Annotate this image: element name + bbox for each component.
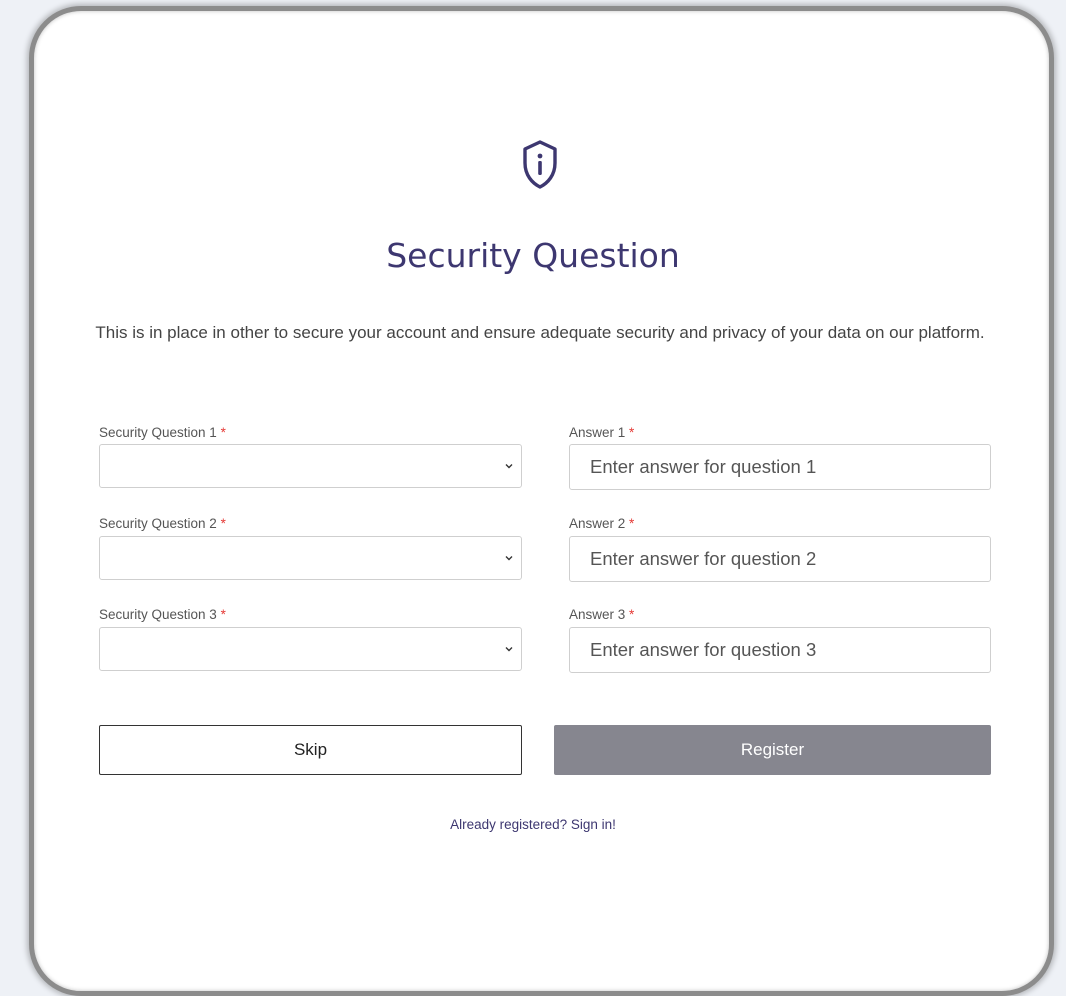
answer-2-label: Answer 2 * (569, 516, 635, 531)
security-question-3-select[interactable] (99, 627, 522, 671)
security-question-1-select[interactable] (99, 444, 522, 488)
chevron-down-icon (505, 464, 513, 469)
security-question-3-label: Security Question 3 * (99, 607, 226, 622)
security-question-2-select[interactable] (99, 536, 522, 580)
chevron-down-icon (505, 556, 513, 561)
required-marker: * (220, 516, 226, 531)
shield-info-icon (523, 140, 557, 189)
chevron-down-icon (505, 647, 513, 652)
page-description: This is in place in other to secure your… (95, 323, 985, 342)
answer-1-input[interactable] (569, 444, 991, 490)
sign-in-link[interactable]: Already registered? Sign in! (0, 817, 1066, 832)
required-marker: * (220, 607, 226, 622)
answer-2-input[interactable] (569, 536, 991, 582)
required-marker: * (629, 425, 635, 440)
answer-1-label: Answer 1 * (569, 425, 635, 440)
skip-button[interactable]: Skip (99, 725, 522, 775)
page-title: Security Question (386, 236, 680, 275)
register-button[interactable]: Register (554, 725, 991, 775)
required-marker: * (629, 516, 635, 531)
required-marker: * (220, 425, 226, 440)
answer-3-input[interactable] (569, 627, 991, 673)
security-question-1-label: Security Question 1 * (99, 425, 226, 440)
security-question-2-label: Security Question 2 * (99, 516, 226, 531)
required-marker: * (629, 607, 635, 622)
answer-3-label: Answer 3 * (569, 607, 635, 622)
